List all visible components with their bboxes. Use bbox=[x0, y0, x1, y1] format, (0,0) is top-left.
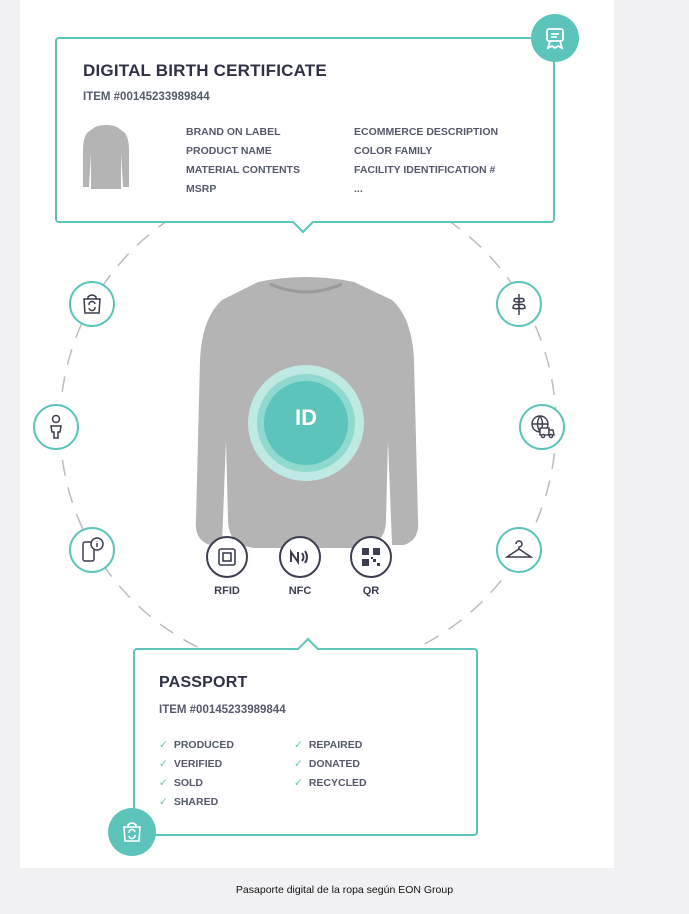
figure-caption: Pasaporte digital de la ropa según EON G… bbox=[235, 884, 454, 896]
status-recycled: ✓ RECYCLED bbox=[294, 777, 367, 789]
passport-status-left: ✓ PRODUCED ✓ VERIFIED ✓ SOLD ✓ SHARED bbox=[159, 736, 234, 812]
phone-info-icon bbox=[69, 527, 115, 573]
id-label: ID bbox=[295, 405, 317, 430]
shopping-bag-recycle-icon bbox=[69, 281, 115, 327]
sweater-thumbnail bbox=[83, 125, 129, 189]
field-color-family: COLOR FAMILY bbox=[354, 145, 433, 157]
nfc-label: NFC bbox=[288, 585, 312, 597]
passport-title: PASSPORT bbox=[159, 674, 248, 691]
status-repaired: ✓ REPAIRED bbox=[294, 739, 363, 751]
person-icon bbox=[33, 404, 79, 450]
status-shared: ✓ SHARED bbox=[159, 796, 219, 808]
hanger-icon bbox=[496, 527, 542, 573]
check-icon: ✓ bbox=[159, 796, 168, 808]
field-facility-id: FACILITY IDENTIFICATION # bbox=[354, 164, 496, 176]
field-msrp: MSRP bbox=[186, 183, 217, 195]
birth-certificate-panel: DIGITAL BIRTH CERTIFICATE ITEM #00145233… bbox=[55, 37, 555, 234]
field-more: ... bbox=[354, 183, 363, 195]
check-icon: ✓ bbox=[294, 758, 303, 770]
passport-item-number: ITEM #00145233989844 bbox=[159, 704, 286, 716]
certificate-fields-left: BRAND ON LABEL PRODUCT NAME MATERIAL CON… bbox=[186, 123, 300, 199]
check-icon: ✓ bbox=[294, 739, 303, 751]
qr-icon bbox=[350, 536, 392, 578]
rfid-label: RFID bbox=[214, 585, 240, 597]
nfc-icon bbox=[279, 536, 321, 578]
passport-badge-icon bbox=[108, 808, 156, 856]
check-icon: ✓ bbox=[159, 739, 168, 751]
certificate-title: DIGITAL BIRTH CERTIFICATE bbox=[83, 61, 327, 80]
qr-label: QR bbox=[362, 585, 380, 597]
globe-truck-icon bbox=[519, 404, 565, 450]
status-sold: ✓ SOLD bbox=[159, 777, 203, 789]
field-material-contents: MATERIAL CONTENTS bbox=[186, 164, 300, 176]
passport-status-right: ✓ REPAIRED ✓ DONATED ✓ RECYCLED bbox=[294, 736, 367, 793]
certificate-badge-icon bbox=[531, 14, 579, 62]
status-donated: ✓ DONATED bbox=[294, 758, 360, 770]
field-product-name: PRODUCT NAME bbox=[186, 145, 272, 157]
status-verified: ✓ VERIFIED bbox=[159, 758, 223, 770]
status-produced: ✓ PRODUCED bbox=[159, 739, 234, 751]
passport-panel: PASSPORT ITEM #00145233989844 ✓ PRODUCED … bbox=[133, 637, 478, 836]
check-icon: ✓ bbox=[159, 758, 168, 770]
check-icon: ✓ bbox=[159, 777, 168, 789]
check-icon: ✓ bbox=[294, 777, 303, 789]
certificate-fields-right: ECOMMERCE DESCRIPTION COLOR FAMILY FACIL… bbox=[354, 123, 498, 199]
certificate-item-number: ITEM #00145233989844 bbox=[83, 91, 210, 103]
field-ecommerce-description: ECOMMERCE DESCRIPTION bbox=[354, 126, 499, 138]
rfid-icon bbox=[206, 536, 248, 578]
wheat-icon bbox=[496, 281, 542, 327]
field-brand-on-label: BRAND ON LABEL bbox=[186, 126, 281, 138]
